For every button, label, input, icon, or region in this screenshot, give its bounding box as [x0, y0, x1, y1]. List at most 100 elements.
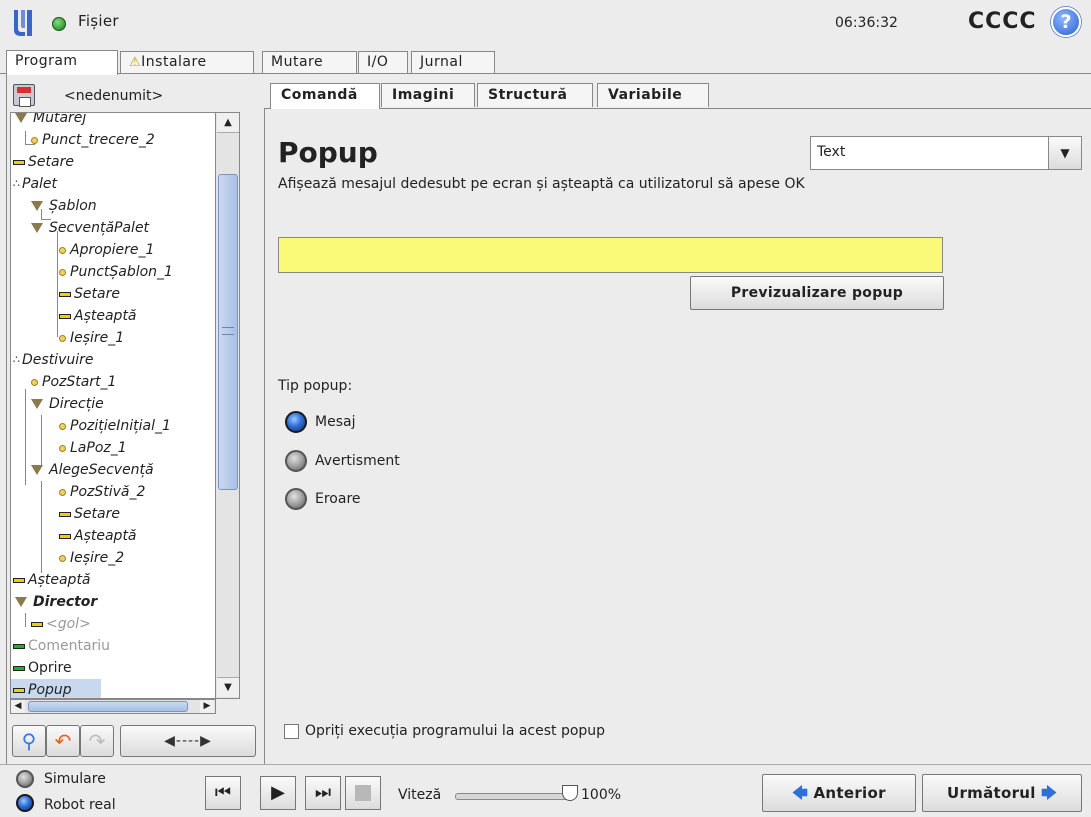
- radio-real-robot[interactable]: [16, 794, 34, 812]
- tab-variables[interactable]: Variabile: [597, 83, 709, 107]
- command-description: Afișează mesajul dedesubt pe ecran și aș…: [278, 176, 805, 192]
- file-menu[interactable]: Fișier: [78, 12, 119, 30]
- status-indicator-icon: [52, 17, 66, 31]
- tab-command[interactable]: Comandă: [270, 83, 380, 109]
- stop-program-checkbox[interactable]: [284, 724, 299, 739]
- scroll-right-icon[interactable]: ▶: [200, 700, 214, 713]
- hscrollbar-thumb[interactable]: [28, 701, 188, 712]
- waypoint-icon: [59, 554, 66, 562]
- arrow-right-icon: 🡆: [1041, 784, 1058, 802]
- tree-item[interactable]: Comentariu: [13, 635, 110, 657]
- popup-source-select[interactable]: [810, 136, 1082, 170]
- waypoint-icon: [59, 488, 66, 496]
- next-label: Următorul: [946, 784, 1036, 802]
- step-icon[interactable]: ⏭: [305, 776, 341, 810]
- help-icon[interactable]: ?: [1051, 7, 1081, 37]
- pallet-icon: ∴: [13, 353, 20, 366]
- waypoint-icon: [31, 136, 38, 144]
- waypoint-icon: [59, 246, 66, 254]
- tree-item[interactable]: Ieșire_1: [59, 327, 124, 349]
- tree-item[interactable]: Director: [15, 591, 97, 613]
- tree-item[interactable]: PozițieInițial_1: [59, 415, 171, 437]
- search-icon[interactable]: ⚲: [12, 725, 46, 757]
- tab-log[interactable]: Jurnal: [411, 51, 495, 74]
- tree-item[interactable]: SecvențăPalet: [31, 217, 149, 239]
- preview-popup-button[interactable]: Previzualizare popup: [690, 276, 944, 310]
- robot-name: CCCC: [968, 9, 1037, 34]
- page-title: Popup: [278, 136, 378, 169]
- tree-item[interactable]: Apropiere_1: [59, 239, 154, 261]
- tree-item[interactable]: PunctȘablon_1: [59, 261, 173, 283]
- set-icon: [13, 159, 25, 165]
- radio-message[interactable]: [285, 411, 307, 433]
- radio-error-label: Eroare: [315, 491, 361, 507]
- tab-label: Structură: [488, 87, 568, 103]
- tree-item[interactable]: ∴ Destivuire: [13, 349, 93, 371]
- tree-item[interactable]: PozStivă_2: [59, 481, 145, 503]
- tab-graphics[interactable]: Imagini: [381, 83, 475, 107]
- tree-item[interactable]: Setare: [13, 151, 74, 173]
- tab-installation[interactable]: ⚠Instalare: [120, 51, 254, 74]
- tab-io[interactable]: I/O: [358, 51, 408, 74]
- tree-item[interactable]: Oprire: [13, 657, 72, 679]
- tree-item[interactable]: Ieșire_2: [59, 547, 124, 569]
- radio-warning-label: Avertisment: [315, 453, 400, 469]
- scroll-left-icon[interactable]: ◀: [11, 700, 25, 713]
- speed-slider[interactable]: [455, 793, 571, 800]
- save-icon[interactable]: [13, 84, 35, 107]
- pattern-triangle-icon: [31, 201, 43, 211]
- move-node-button[interactable]: ◀----▶: [120, 725, 256, 757]
- tree-item[interactable]: LaPoz_1: [59, 437, 127, 459]
- program-name: <nedenumit>: [64, 88, 164, 104]
- next-button[interactable]: Următorul 🡆: [922, 774, 1082, 812]
- tree-item[interactable]: Setare: [59, 283, 120, 305]
- tree-item[interactable]: Mutarej: [15, 113, 86, 129]
- tree-item[interactable]: Punct_trecere_2: [31, 129, 155, 151]
- tab-label: Mutare: [271, 54, 324, 70]
- ur-logo-icon: [14, 10, 32, 36]
- tab-move[interactable]: Mutare: [262, 51, 357, 74]
- tree-item[interactable]: Direcție: [31, 393, 104, 415]
- speed-slider-handle[interactable]: [562, 785, 578, 801]
- tree-item[interactable]: Așteaptă: [13, 569, 91, 591]
- previous-button[interactable]: 🡄 Anterior: [762, 774, 916, 812]
- radio-message-label: Mesaj: [315, 414, 356, 430]
- move-triangle-icon: [15, 113, 27, 123]
- program-tree[interactable]: Mutarej Punct_trecere_2 Setare ∴ Palet Șa…: [10, 112, 216, 699]
- tree-item-selected[interactable]: Popup: [11, 679, 101, 698]
- sequence-triangle-icon: [31, 465, 43, 475]
- tab-structure[interactable]: Structură: [477, 83, 593, 107]
- stop-icon[interactable]: [345, 776, 381, 810]
- tab-label: Imagini: [392, 87, 455, 103]
- skip-back-icon[interactable]: ⏮: [205, 776, 241, 810]
- pallet-icon: ∴: [13, 177, 20, 190]
- set-icon: [59, 511, 71, 517]
- redo-icon[interactable]: ↷: [80, 725, 114, 757]
- tab-program[interactable]: Program: [6, 50, 118, 75]
- radio-simulation[interactable]: [16, 770, 34, 788]
- tree-item[interactable]: AlegeSecvență: [31, 459, 154, 481]
- tab-label: I/O: [367, 54, 389, 70]
- tree-item[interactable]: <gol>: [31, 613, 91, 635]
- chevron-down-icon[interactable]: ▼: [1048, 137, 1081, 169]
- radio-error[interactable]: [285, 488, 307, 510]
- real-robot-label: Robot real: [44, 797, 116, 813]
- tab-label: Jurnal: [420, 54, 463, 70]
- popup-message-input[interactable]: [278, 237, 943, 273]
- tab-label: Program: [15, 53, 78, 69]
- scroll-down-icon[interactable]: ▼: [217, 677, 239, 697]
- radio-warning[interactable]: [285, 450, 307, 472]
- empty-icon: [31, 621, 43, 627]
- tree-item[interactable]: PozStart_1: [31, 371, 116, 393]
- scroll-up-icon[interactable]: ▲: [217, 113, 239, 133]
- arrow-left-icon: 🡄: [792, 784, 808, 802]
- play-icon[interactable]: ▶: [260, 776, 296, 810]
- tree-item[interactable]: Așteaptă: [59, 525, 137, 547]
- undo-icon[interactable]: ↶: [46, 725, 80, 757]
- waypoint-icon: [59, 422, 66, 430]
- waypoint-icon: [59, 334, 66, 342]
- tree-item[interactable]: Așteaptă: [59, 305, 137, 327]
- tree-item[interactable]: Șablon: [31, 195, 97, 217]
- tree-item[interactable]: Setare: [59, 503, 120, 525]
- tree-item[interactable]: ∴ Palet: [13, 173, 57, 195]
